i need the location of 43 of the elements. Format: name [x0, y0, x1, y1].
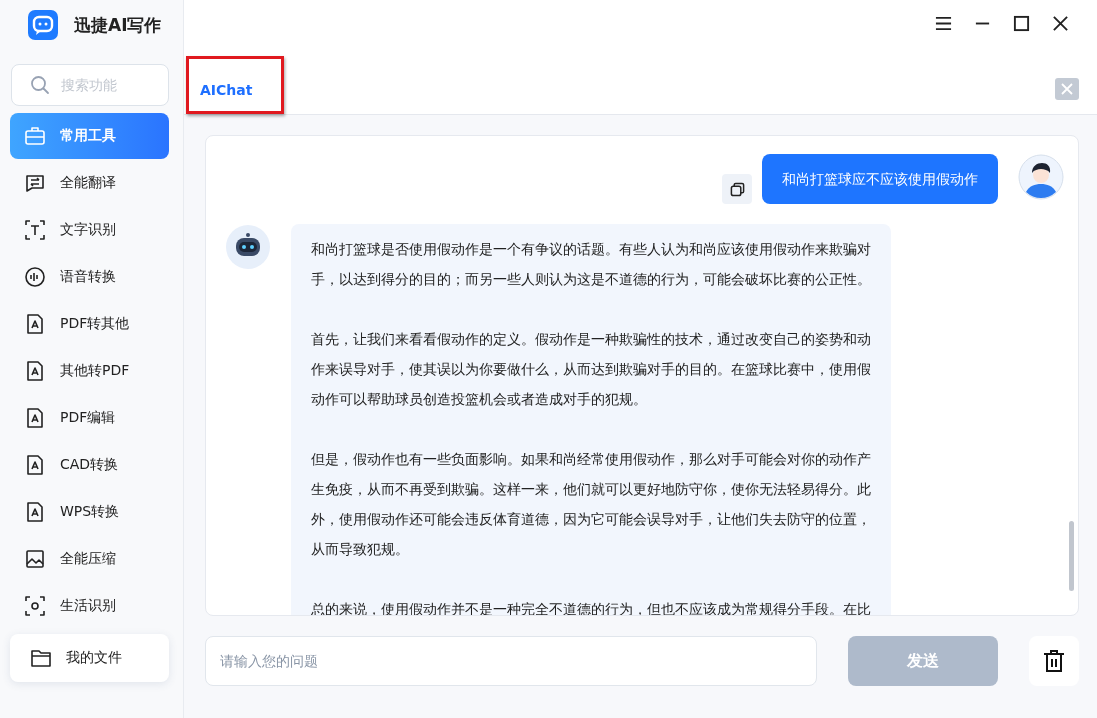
sidebar-item[interactable]: PDF编辑 — [10, 395, 169, 441]
audio-wave-icon — [24, 266, 46, 288]
document-icon — [24, 313, 46, 335]
scrollbar-thumb[interactable] — [1069, 521, 1074, 591]
folder-icon — [30, 647, 52, 669]
sidebar-item[interactable]: 生活识别 — [10, 583, 169, 629]
sidebar-item[interactable]: CAD转换 — [10, 442, 169, 488]
tab[interactable]: AIChat — [194, 82, 259, 114]
my-files-button[interactable]: 我的文件 — [10, 634, 169, 682]
app-name: 迅捷AI写作 — [74, 13, 162, 37]
toolbox-icon — [24, 125, 46, 147]
image-icon — [24, 548, 46, 570]
copy-icon — [729, 181, 745, 197]
clear-button[interactable] — [1029, 636, 1079, 686]
question-input-field[interactable]: 请输入您的问题 — [205, 636, 817, 686]
close-icon — [1061, 83, 1073, 95]
search-field[interactable]: 搜索功能 — [11, 64, 169, 106]
document-icon — [24, 454, 46, 476]
message-paragraph: 首先，让我们来看看假动作的定义。假动作是一种欺骗性的技术，通过改变自己的姿势和动作来误导对手，使其误以为你要做什么，从而达到欺骗对手的目的。在篮球比赛中，使用假动作可以帮助球员创造投篮机会或者造成对手的犯规。 — [311, 330, 871, 409]
document-gear-icon — [24, 407, 46, 429]
user-avatar-icon — [1018, 154, 1064, 200]
sidebar-item[interactable]: PDF转其他 — [10, 301, 169, 347]
scan-icon — [24, 595, 46, 617]
text-scan-icon — [24, 219, 46, 241]
sidebar-item[interactable]: 其他转PDF — [10, 348, 169, 394]
document-icon — [24, 501, 46, 523]
sidebar-item[interactable]: 全能翻译 — [10, 160, 169, 206]
message-paragraph: 但是，假动作也有一些负面影响。如果和尚经常使用假动作，那么对手可能会对你的动作产生免疫，从而不再受到欺骗。这样一来，他们就可以更好地防守你，使你无法轻易得分。此外，使用假动作还可能会违反体育道德，因为它可能会误导对手，让他们失去防守的位置，从而导致犯规。 — [311, 450, 871, 559]
menu-icon[interactable] — [935, 14, 952, 32]
sidebar-item[interactable]: 语音转换 — [10, 254, 169, 300]
robot-avatar-icon — [225, 224, 271, 270]
sidebar-item[interactable]: 全能压缩 — [10, 536, 169, 582]
sidebar-item[interactable]: WPS转换 — [10, 489, 169, 535]
copy-button[interactable] — [722, 174, 752, 204]
close-icon[interactable] — [1052, 14, 1069, 32]
sidebar-item[interactable]: 文字识别 — [10, 207, 169, 253]
robot-logo-icon — [28, 10, 58, 40]
document-icon — [24, 360, 46, 382]
message-paragraph: 和尚打篮球是否使用假动作是一个有争议的话题。有些人认为和尚应该使用假动作来欺骗对手，以达到得分的目的；而另一些人则认为这是不道德的行为，可能会破坏比赛的公正性。 — [311, 240, 871, 289]
trash-icon — [1043, 649, 1065, 673]
maximize-icon[interactable] — [1013, 14, 1030, 32]
user-message: 和尚打篮球应不应该使用假动作 — [762, 154, 998, 204]
chat-arrows-icon — [24, 172, 46, 194]
